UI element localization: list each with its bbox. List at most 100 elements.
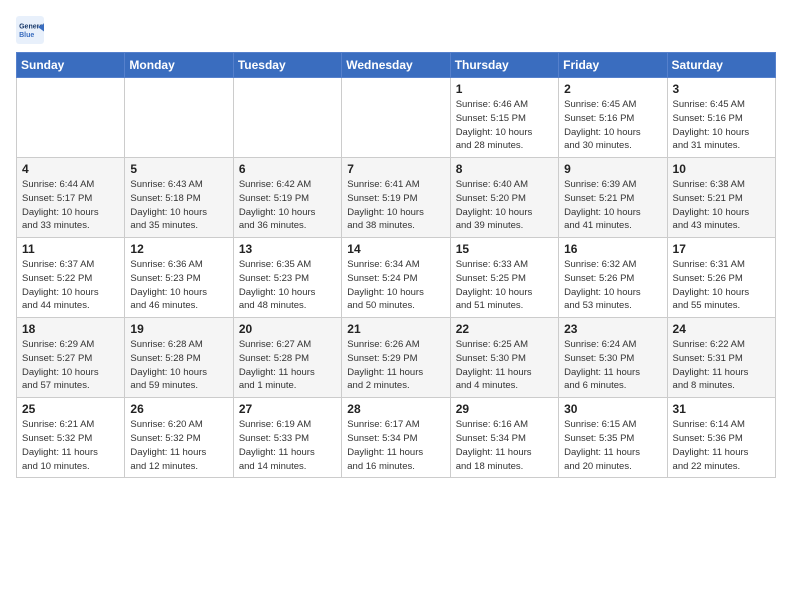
day-info: Sunrise: 6:43 AM Sunset: 5:18 PM Dayligh… [130, 178, 227, 233]
calendar-cell: 7 Sunrise: 6:41 AM Sunset: 5:19 PM Daylig… [342, 158, 450, 238]
day-number: 4 [22, 162, 119, 176]
day-info: Sunrise: 6:36 AM Sunset: 5:23 PM Dayligh… [130, 258, 227, 313]
day-info: Sunrise: 6:21 AM Sunset: 5:32 PM Dayligh… [22, 418, 119, 473]
calendar-cell: 27 Sunrise: 6:19 AM Sunset: 5:33 PM Dayli… [233, 398, 341, 478]
calendar-cell: 26 Sunrise: 6:20 AM Sunset: 5:32 PM Dayli… [125, 398, 233, 478]
header-sunday: Sunday [17, 53, 125, 78]
header-thursday: Thursday [450, 53, 558, 78]
day-number: 31 [673, 402, 770, 416]
day-number: 5 [130, 162, 227, 176]
day-number: 19 [130, 322, 227, 336]
calendar-cell: 19 Sunrise: 6:28 AM Sunset: 5:28 PM Dayli… [125, 318, 233, 398]
calendar-cell: 20 Sunrise: 6:27 AM Sunset: 5:28 PM Dayli… [233, 318, 341, 398]
day-info: Sunrise: 6:45 AM Sunset: 5:16 PM Dayligh… [564, 98, 661, 153]
day-info: Sunrise: 6:24 AM Sunset: 5:30 PM Dayligh… [564, 338, 661, 393]
day-info: Sunrise: 6:41 AM Sunset: 5:19 PM Dayligh… [347, 178, 444, 233]
calendar-cell [342, 78, 450, 158]
calendar-cell: 12 Sunrise: 6:36 AM Sunset: 5:23 PM Dayli… [125, 238, 233, 318]
calendar-cell: 1Sunrise: 6:46 AM Sunset: 5:15 PM Daylig… [450, 78, 558, 158]
calendar-cell [233, 78, 341, 158]
day-info: Sunrise: 6:32 AM Sunset: 5:26 PM Dayligh… [564, 258, 661, 313]
day-info: Sunrise: 6:19 AM Sunset: 5:33 PM Dayligh… [239, 418, 336, 473]
day-info: Sunrise: 6:26 AM Sunset: 5:29 PM Dayligh… [347, 338, 444, 393]
calendar-cell: 8 Sunrise: 6:40 AM Sunset: 5:20 PM Daylig… [450, 158, 558, 238]
calendar-cell: 31 Sunrise: 6:14 AM Sunset: 5:36 PM Dayli… [667, 398, 775, 478]
day-number: 12 [130, 242, 227, 256]
day-number: 6 [239, 162, 336, 176]
day-info: Sunrise: 6:14 AM Sunset: 5:36 PM Dayligh… [673, 418, 770, 473]
calendar-cell: 5 Sunrise: 6:43 AM Sunset: 5:18 PM Daylig… [125, 158, 233, 238]
day-number: 16 [564, 242, 661, 256]
header-saturday: Saturday [667, 53, 775, 78]
calendar-cell: 16 Sunrise: 6:32 AM Sunset: 5:26 PM Dayli… [559, 238, 667, 318]
day-number: 13 [239, 242, 336, 256]
calendar-cell: 13 Sunrise: 6:35 AM Sunset: 5:23 PM Dayli… [233, 238, 341, 318]
day-info: Sunrise: 6:16 AM Sunset: 5:34 PM Dayligh… [456, 418, 553, 473]
day-number: 2 [564, 82, 661, 96]
calendar-cell: 11Sunrise: 6:37 AM Sunset: 5:22 PM Dayli… [17, 238, 125, 318]
logo-icon: General Blue [16, 16, 44, 44]
day-number: 20 [239, 322, 336, 336]
calendar-cell [125, 78, 233, 158]
day-number: 8 [456, 162, 553, 176]
calendar-cell: 30 Sunrise: 6:15 AM Sunset: 5:35 PM Dayli… [559, 398, 667, 478]
calendar-cell: 24 Sunrise: 6:22 AM Sunset: 5:31 PM Dayli… [667, 318, 775, 398]
day-info: Sunrise: 6:44 AM Sunset: 5:17 PM Dayligh… [22, 178, 119, 233]
day-info: Sunrise: 6:38 AM Sunset: 5:21 PM Dayligh… [673, 178, 770, 233]
calendar-cell: 25 Sunrise: 6:21 AM Sunset: 5:32 PM Dayli… [17, 398, 125, 478]
calendar-cell: 23 Sunrise: 6:24 AM Sunset: 5:30 PM Dayli… [559, 318, 667, 398]
day-info: Sunrise: 6:31 AM Sunset: 5:26 PM Dayligh… [673, 258, 770, 313]
calendar-cell: 28 Sunrise: 6:17 AM Sunset: 5:34 PM Dayli… [342, 398, 450, 478]
day-number: 27 [239, 402, 336, 416]
day-number: 14 [347, 242, 444, 256]
day-number: 9 [564, 162, 661, 176]
calendar-cell: 21 Sunrise: 6:26 AM Sunset: 5:29 PM Dayli… [342, 318, 450, 398]
day-info: Sunrise: 6:22 AM Sunset: 5:31 PM Dayligh… [673, 338, 770, 393]
calendar-cell: 2 Sunrise: 6:45 AM Sunset: 5:16 PM Daylig… [559, 78, 667, 158]
day-number: 25 [22, 402, 119, 416]
day-info: Sunrise: 6:29 AM Sunset: 5:27 PM Dayligh… [22, 338, 119, 393]
calendar-cell: 9 Sunrise: 6:39 AM Sunset: 5:21 PM Daylig… [559, 158, 667, 238]
header-monday: Monday [125, 53, 233, 78]
day-info: Sunrise: 6:39 AM Sunset: 5:21 PM Dayligh… [564, 178, 661, 233]
day-info: Sunrise: 6:15 AM Sunset: 5:35 PM Dayligh… [564, 418, 661, 473]
day-number: 26 [130, 402, 227, 416]
day-number: 18 [22, 322, 119, 336]
calendar-cell: 22Sunrise: 6:25 AM Sunset: 5:30 PM Dayli… [450, 318, 558, 398]
day-info: Sunrise: 6:20 AM Sunset: 5:32 PM Dayligh… [130, 418, 227, 473]
calendar-cell: 6 Sunrise: 6:42 AM Sunset: 5:19 PM Daylig… [233, 158, 341, 238]
calendar-cell: 18 Sunrise: 6:29 AM Sunset: 5:27 PM Dayli… [17, 318, 125, 398]
calendar-cell: 29Sunrise: 6:16 AM Sunset: 5:34 PM Dayli… [450, 398, 558, 478]
day-info: Sunrise: 6:40 AM Sunset: 5:20 PM Dayligh… [456, 178, 553, 233]
calendar-table: SundayMondayTuesdayWednesdayThursdayFrid… [16, 52, 776, 478]
day-number: 30 [564, 402, 661, 416]
header-wednesday: Wednesday [342, 53, 450, 78]
day-number: 11 [22, 242, 119, 256]
header-friday: Friday [559, 53, 667, 78]
day-number: 24 [673, 322, 770, 336]
calendar-cell: 14 Sunrise: 6:34 AM Sunset: 5:24 PM Dayli… [342, 238, 450, 318]
day-number: 7 [347, 162, 444, 176]
logo: General Blue [16, 16, 48, 44]
calendar-cell: 4 Sunrise: 6:44 AM Sunset: 5:17 PM Daylig… [17, 158, 125, 238]
svg-text:Blue: Blue [19, 32, 34, 39]
day-number: 28 [347, 402, 444, 416]
day-info: Sunrise: 6:28 AM Sunset: 5:28 PM Dayligh… [130, 338, 227, 393]
day-number: 1 [456, 82, 553, 96]
day-number: 17 [673, 242, 770, 256]
day-info: Sunrise: 6:34 AM Sunset: 5:24 PM Dayligh… [347, 258, 444, 313]
day-number: 15 [456, 242, 553, 256]
day-info: Sunrise: 6:17 AM Sunset: 5:34 PM Dayligh… [347, 418, 444, 473]
day-info: Sunrise: 6:35 AM Sunset: 5:23 PM Dayligh… [239, 258, 336, 313]
day-info: Sunrise: 6:27 AM Sunset: 5:28 PM Dayligh… [239, 338, 336, 393]
day-info: Sunrise: 6:42 AM Sunset: 5:19 PM Dayligh… [239, 178, 336, 233]
day-number: 23 [564, 322, 661, 336]
calendar-cell: 17 Sunrise: 6:31 AM Sunset: 5:26 PM Dayli… [667, 238, 775, 318]
calendar-cell [17, 78, 125, 158]
day-number: 21 [347, 322, 444, 336]
header-tuesday: Tuesday [233, 53, 341, 78]
calendar-cell: 15Sunrise: 6:33 AM Sunset: 5:25 PM Dayli… [450, 238, 558, 318]
day-info: Sunrise: 6:25 AM Sunset: 5:30 PM Dayligh… [456, 338, 553, 393]
calendar-cell: 10Sunrise: 6:38 AM Sunset: 5:21 PM Dayli… [667, 158, 775, 238]
calendar-cell: 3Sunrise: 6:45 AM Sunset: 5:16 PM Daylig… [667, 78, 775, 158]
